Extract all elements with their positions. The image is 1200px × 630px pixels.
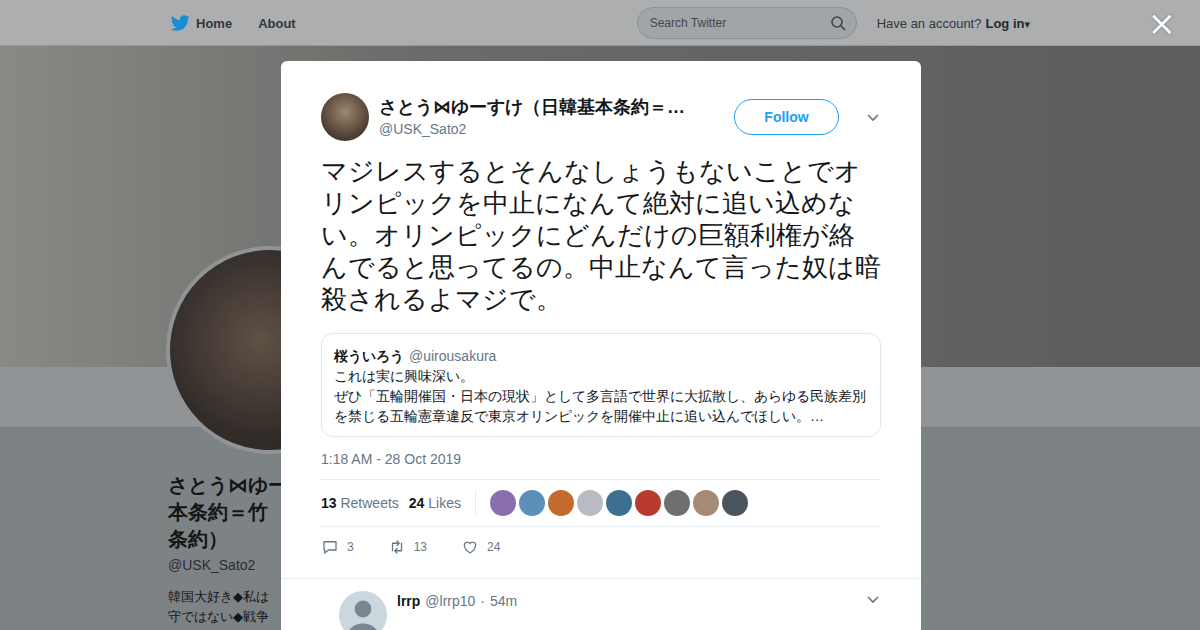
quote-author-handle: @uirousakura — [409, 346, 496, 366]
reply-separator: · — [480, 591, 485, 611]
liker-avatar[interactable] — [693, 490, 719, 516]
reply-handle: @lrrp10 — [425, 591, 475, 611]
retweet-action[interactable]: 13 — [388, 538, 427, 556]
tweet-actions: 3 13 24 — [321, 527, 881, 568]
tweet-stats: 13 Retweets 24 Likes — [321, 479, 881, 527]
author-name[interactable]: さとう⋈ゆーすけ（日韓基本条約＝… — [379, 95, 724, 119]
default-person-icon — [339, 591, 387, 630]
retweet-count[interactable]: 13 Retweets — [321, 495, 399, 511]
reply-icon — [321, 538, 339, 556]
liker-avatar[interactable] — [722, 490, 748, 516]
retweet-icon — [388, 538, 406, 556]
follow-button[interactable]: Follow — [734, 99, 839, 135]
chevron-down-icon[interactable] — [865, 591, 881, 607]
close-button[interactable]: × — [1144, 6, 1181, 40]
tweet-modal: さとう⋈ゆーすけ（日韓基本条約＝…@USK_Sato2 Follow マジレスすると… — [281, 61, 921, 630]
author-avatar[interactable] — [321, 93, 369, 141]
liker-avatar[interactable] — [635, 490, 661, 516]
tweet-text: マジレスするとそんなしょうもないことでオリンピックを中止になんて絶対に追い込めな… — [321, 155, 881, 315]
tweet-header: さとう⋈ゆーすけ（日韓基本条約＝…@USK_Sato2 Follow — [321, 93, 881, 141]
liker-avatar[interactable] — [548, 490, 574, 516]
reply-item[interactable]: lrrp@lrrp10·54m — [281, 579, 921, 630]
like-count[interactable]: 24 Likes — [409, 495, 461, 511]
reply-action[interactable]: 3 — [321, 538, 354, 556]
tweet-timestamp[interactable]: 1:18 AM - 28 Oct 2019 — [321, 451, 881, 467]
quote-author-name: 桜ういろう — [334, 346, 404, 366]
twitter-page: HomeAboutHave an account?Log in▾さとう⋈ゆー本条… — [0, 0, 1200, 630]
reply-author-name: lrrp — [397, 591, 420, 611]
liker-avatar[interactable] — [519, 490, 545, 516]
reply-time: 54m — [490, 591, 517, 611]
reply-avatar[interactable] — [339, 591, 387, 630]
quoted-tweet[interactable]: 桜ういろう@uirousakuraこれは実に興味深い。ぜひ「五輪開催国・日本の現… — [321, 333, 881, 437]
heart-icon — [461, 538, 479, 556]
quote-text: ぜひ「五輪開催国・日本の現状」として多言語で世界に大拡散し、あらゆる民族差別を禁… — [334, 386, 868, 426]
like-action[interactable]: 24 — [461, 538, 500, 556]
reply-list: lrrp@lrrp10·54m — [281, 578, 921, 630]
liker-avatar[interactable] — [577, 490, 603, 516]
author-handle[interactable]: @USK_Sato2 — [379, 119, 724, 139]
liker-avatar[interactable] — [606, 490, 632, 516]
chevron-down-icon[interactable] — [865, 109, 881, 125]
quote-text: これは実に興味深い。 — [334, 366, 868, 386]
liker-avatar[interactable] — [664, 490, 690, 516]
liker-avatar[interactable] — [490, 490, 516, 516]
